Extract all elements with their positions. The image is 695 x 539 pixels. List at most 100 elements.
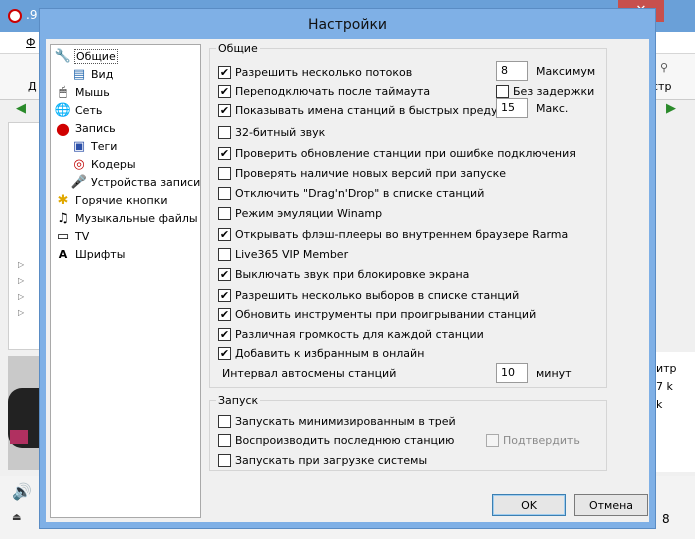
option-start-with-system[interactable]: Запускать при загрузке системы bbox=[218, 452, 427, 468]
option-winamp-emulation[interactable]: Режим эмуляции Winamp bbox=[218, 205, 382, 221]
option-no-delay[interactable]: Без задержки bbox=[496, 83, 594, 99]
option-reconnect-after-timeout[interactable]: ✔ Переподключать после таймаута bbox=[218, 83, 430, 99]
option-label: Отключить "Drag'n'Drop" в списке станций bbox=[235, 186, 485, 200]
option-update-tools[interactable]: ✔ Обновить инструменты при проигрывании с… bbox=[218, 306, 536, 322]
checkbox[interactable]: ✔ bbox=[218, 307, 231, 321]
checkbox[interactable]: ✔ bbox=[218, 65, 231, 79]
option-confirm: Подтвердить bbox=[486, 432, 580, 448]
option-show-station-names[interactable]: ✔ Показывать имена станций в быстрых пред… bbox=[218, 102, 517, 118]
tree-item-mouse[interactable]: 🖱 Мышь bbox=[55, 83, 110, 101]
option-label: Проверять наличие новых версий при запус… bbox=[235, 166, 506, 180]
option-check-station-update[interactable]: ✔ Проверить обновление станции при ошибке… bbox=[218, 145, 576, 161]
max-streams-label: Максимум bbox=[536, 65, 596, 78]
checkbox[interactable]: ✔ bbox=[218, 288, 231, 302]
option-per-station-volume[interactable]: ✔ Различная громкость для каждой станции bbox=[218, 326, 484, 342]
option-disable-drag-drop[interactable]: Отключить "Drag'n'Drop" в списке станций bbox=[218, 185, 484, 201]
option-add-to-online-favorites[interactable]: ✔ Добавить к избранным в онлайн bbox=[218, 345, 424, 361]
checkbox[interactable] bbox=[218, 414, 231, 428]
option-mute-on-lock[interactable]: ✔ Выключать звук при блокировке экрана bbox=[218, 266, 469, 282]
tree-item-network[interactable]: 🌐 Сеть bbox=[55, 101, 102, 119]
menu-file[interactable]: Ф bbox=[26, 36, 35, 49]
checkbox[interactable]: ✔ bbox=[218, 84, 231, 98]
option-label: Проверить обновление станции при ошибке … bbox=[235, 146, 576, 160]
background-station-tree[interactable] bbox=[8, 122, 42, 350]
font-icon: A bbox=[58, 247, 68, 261]
tree-item-view[interactable]: ▤ Вид bbox=[71, 65, 113, 83]
tree-item-recording-devices[interactable]: 🎤 Устройства записи bbox=[71, 173, 200, 191]
tree-item-music-files[interactable]: ♫ Музыкальные файлы bbox=[55, 209, 198, 227]
option-check-new-versions[interactable]: Проверять наличие новых версий при запус… bbox=[218, 165, 506, 181]
background-right-text: k bbox=[656, 398, 663, 411]
checkbox[interactable] bbox=[218, 125, 231, 139]
dialog-body: 🔧 Общие ▤ Вид 🖱 Мышь 🌐 Сеть ● Запись ▣ Т… bbox=[46, 39, 649, 522]
mouse-icon: 🖱 bbox=[59, 84, 67, 100]
checkbox[interactable]: ✔ bbox=[218, 146, 231, 160]
tree-item-label: Мышь bbox=[75, 85, 110, 99]
eject-icon[interactable]: ⏏ bbox=[12, 512, 21, 523]
tree-item-label: Горячие кнопки bbox=[75, 193, 168, 207]
tree-item-label: Вид bbox=[91, 67, 114, 81]
tree-item-label: Кодеры bbox=[91, 157, 136, 171]
option-label: Добавить к избранным в онлайн bbox=[235, 346, 425, 360]
tree-item-label: TV bbox=[75, 229, 90, 243]
tree-item-hotkeys[interactable]: ✱ Горячие кнопки bbox=[55, 191, 168, 209]
checkbox[interactable] bbox=[218, 206, 231, 220]
checkbox[interactable] bbox=[218, 247, 231, 261]
tree-item-recording[interactable]: ● Запись bbox=[55, 119, 116, 138]
microphone-icon: 🎤 bbox=[70, 174, 88, 190]
checkbox[interactable]: ✔ bbox=[218, 103, 231, 117]
option-flash-in-browser[interactable]: ✔ Открывать флэш-плееры во внутреннем бра… bbox=[218, 226, 568, 242]
tag-icon: ▣ bbox=[72, 138, 86, 154]
cancel-button[interactable]: Отмена bbox=[574, 494, 648, 516]
option-play-last-station[interactable]: Воспроизводить последнюю станцию bbox=[218, 432, 454, 448]
tree-item-encoders[interactable]: ◎ Кодеры bbox=[71, 155, 136, 173]
network-icon: 🌐 bbox=[54, 102, 72, 118]
tree-item-tv[interactable]: ▭ TV bbox=[55, 227, 89, 245]
checkbox[interactable]: ✔ bbox=[218, 346, 231, 360]
option-start-minimized[interactable]: Запускать минимизированным в трей bbox=[218, 413, 456, 429]
checkbox[interactable]: ✔ bbox=[218, 267, 231, 281]
checkbox[interactable] bbox=[496, 84, 509, 98]
interval-unit: минут bbox=[536, 367, 572, 380]
tree-item-tags[interactable]: ▣ Теги bbox=[71, 137, 118, 155]
option-label: Запускать при загрузке системы bbox=[235, 453, 428, 467]
option-multi-select[interactable]: ✔ Разрешить несколько выборов в списке ст… bbox=[218, 287, 519, 303]
option-label: Разрешить несколько выборов в списке ста… bbox=[235, 288, 520, 302]
back-arrow-icon[interactable]: ◀ bbox=[12, 101, 30, 119]
max-streams-input[interactable]: 8 bbox=[496, 61, 528, 81]
checkbox[interactable]: ✔ bbox=[218, 227, 231, 241]
general-group-legend: Общие bbox=[218, 42, 258, 55]
option-live365-vip[interactable]: Live365 VIP Member bbox=[218, 246, 348, 262]
interval-input[interactable]: 10 bbox=[496, 363, 528, 383]
option-label: 32-битный звук bbox=[235, 125, 326, 139]
checkbox[interactable] bbox=[218, 453, 231, 467]
search-icon[interactable]: ⚲ bbox=[660, 61, 668, 74]
dialog-title: Настройки bbox=[307, 17, 388, 33]
option-32bit-sound[interactable]: 32-битный звук bbox=[218, 124, 325, 140]
ok-button[interactable]: OK bbox=[492, 494, 566, 516]
tree-expand-icon[interactable]: ▷ bbox=[18, 308, 24, 317]
tree-item-label: Устройства записи bbox=[91, 175, 201, 189]
option-label: Показывать имена станций в быстрых преду… bbox=[235, 103, 517, 117]
tree-expand-icon[interactable]: ▷ bbox=[18, 260, 24, 269]
tree-item-general[interactable]: 🔧 Общие bbox=[55, 47, 118, 65]
tree-item-fonts[interactable]: A Шрифты bbox=[55, 245, 126, 263]
option-multiple-streams[interactable]: ✔ Разрешить несколько потоков bbox=[218, 64, 412, 80]
max-presets-input[interactable]: 15 bbox=[496, 98, 528, 118]
tree-item-label: Музыкальные файлы bbox=[75, 211, 198, 225]
checkbox[interactable] bbox=[218, 166, 231, 180]
tree-expand-icon[interactable]: ▷ bbox=[18, 292, 24, 301]
checkbox[interactable] bbox=[218, 186, 231, 200]
tree-expand-icon[interactable]: ▷ bbox=[18, 276, 24, 285]
music-note-icon: ♫ bbox=[57, 210, 69, 226]
settings-dialog: Настройки 🔧 Общие ▤ Вид 🖱 Мышь 🌐 Сеть ● bbox=[39, 8, 656, 529]
option-label: Открывать флэш-плееры во внутреннем брау… bbox=[235, 227, 569, 241]
hotkey-icon: ✱ bbox=[57, 192, 69, 208]
forward-arrow-icon[interactable]: ▶ bbox=[662, 101, 680, 119]
checkbox[interactable]: ✔ bbox=[218, 327, 231, 341]
checkbox[interactable] bbox=[218, 433, 231, 447]
speaker-icon[interactable]: 🔊 bbox=[12, 482, 32, 501]
option-label: Режим эмуляции Winamp bbox=[235, 206, 383, 220]
tree-item-label: Теги bbox=[91, 139, 118, 153]
settings-category-tree[interactable]: 🔧 Общие ▤ Вид 🖱 Мышь 🌐 Сеть ● Запись ▣ Т… bbox=[50, 44, 201, 518]
